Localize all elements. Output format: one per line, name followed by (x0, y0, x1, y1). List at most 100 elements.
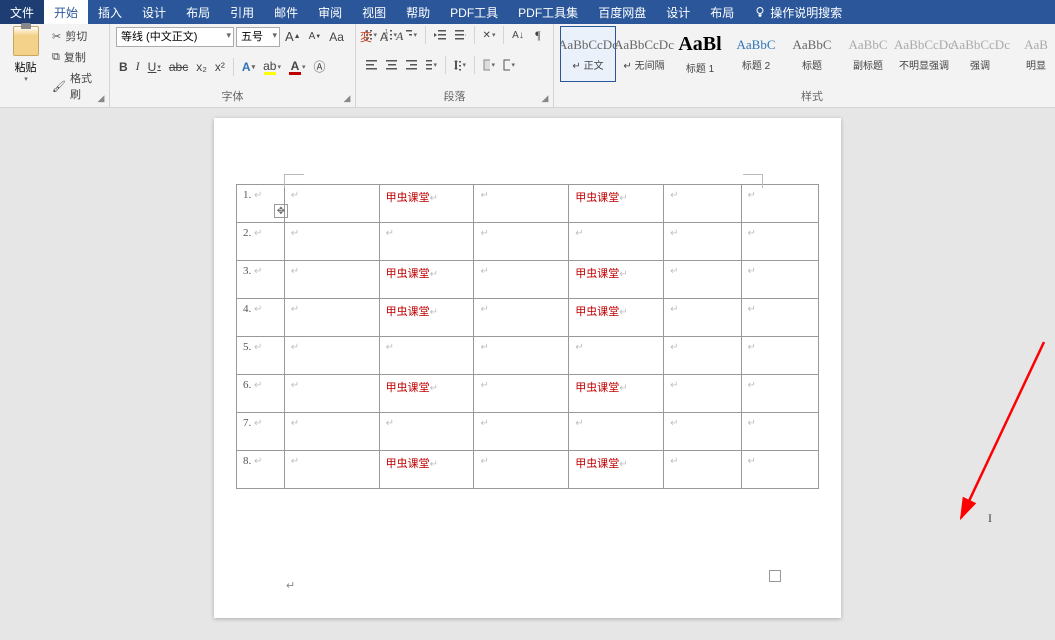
table-cell[interactable]: ↵ (474, 185, 569, 223)
font-size-select[interactable]: 五号 (236, 27, 280, 47)
style-item[interactable]: AaBbCcDc强调 (952, 26, 1008, 82)
multilevel-list-button[interactable]: ▾ (402, 26, 420, 44)
font-name-select[interactable]: 等线 (中文正文) (116, 27, 234, 47)
line-spacing-button[interactable]: ▾ (451, 56, 469, 74)
document-workspace[interactable]: ✥ 1. ↵↵甲虫课堂↵↵甲虫课堂↵↵↵2. ↵↵↵↵↵↵↵3. ↵↵甲虫课堂↵… (0, 108, 1055, 640)
font-color-button[interactable]: A▾ (286, 57, 309, 77)
table-cell[interactable]: ↵ (664, 185, 741, 223)
table-row[interactable]: 5. ↵↵↵↵↵↵↵ (237, 337, 819, 375)
borders-button[interactable]: ▾ (500, 56, 518, 74)
table-cell[interactable]: ↵ (284, 299, 379, 337)
grow-font-button[interactable]: A▲ (282, 27, 304, 46)
underline-button[interactable]: U▾ (145, 58, 164, 76)
tab-table-design[interactable]: 设计 (656, 0, 700, 24)
style-item[interactable]: AaBbCcDc↵ 无间隔 (616, 26, 672, 82)
table-cell[interactable]: 3. ↵ (237, 261, 285, 299)
table-cell[interactable]: ↵ (474, 375, 569, 413)
table-cell[interactable]: ↵ (569, 223, 664, 261)
table-row[interactable]: 1. ↵↵甲虫课堂↵↵甲虫课堂↵↵↵ (237, 185, 819, 223)
document-page[interactable]: ✥ 1. ↵↵甲虫课堂↵↵甲虫课堂↵↵↵2. ↵↵↵↵↵↵↵3. ↵↵甲虫课堂↵… (214, 118, 841, 618)
copy-button[interactable]: ⧉复制 (49, 47, 103, 67)
cut-button[interactable]: ✂剪切 (49, 26, 103, 46)
table-cell[interactable]: 甲虫课堂↵ (569, 299, 664, 337)
table-cell[interactable]: 甲虫课堂↵ (569, 451, 664, 489)
tab-baidu-netdisk[interactable]: 百度网盘 (588, 0, 656, 24)
tab-pdf-tools[interactable]: PDF工具 (440, 0, 508, 24)
tell-me-search[interactable]: 操作说明搜索 (744, 0, 852, 24)
style-item[interactable]: AaBl标题 1 (672, 26, 728, 82)
styles-gallery[interactable]: AaBbCcDc↵ 正文AaBbCcDc↵ 无间隔AaBl标题 1AaBbC标题… (560, 26, 1055, 82)
style-item[interactable]: AaBbCcDc↵ 正文 (560, 26, 616, 82)
table-cell[interactable]: 甲虫课堂↵ (569, 185, 664, 223)
table-cell[interactable]: ↵ (284, 337, 379, 375)
style-item[interactable]: AaBbCcDc不明显强调 (896, 26, 952, 82)
table-cell[interactable]: 甲虫课堂↵ (379, 261, 474, 299)
table-cell[interactable]: ↵ (284, 451, 379, 489)
table-cell[interactable]: ↵ (474, 413, 569, 451)
style-item[interactable]: AaB明显 (1008, 26, 1055, 82)
table-cell[interactable]: ↵ (664, 223, 741, 261)
table-cell[interactable]: ↵ (379, 223, 474, 261)
table-cell[interactable]: ↵ (741, 223, 818, 261)
table-cell[interactable]: 7. ↵ (237, 413, 285, 451)
table-cell[interactable]: 5. ↵ (237, 337, 285, 375)
table-cell[interactable]: ↵ (741, 299, 818, 337)
tab-home[interactable]: 开始 (44, 0, 88, 24)
style-item[interactable]: AaBbC标题 (784, 26, 840, 82)
table-cell[interactable]: ↵ (741, 261, 818, 299)
subscript-button[interactable]: x₂ (193, 58, 210, 76)
document-table[interactable]: 1. ↵↵甲虫课堂↵↵甲虫课堂↵↵↵2. ↵↵↵↵↵↵↵3. ↵↵甲虫课堂↵↵甲… (236, 184, 819, 489)
bold-button[interactable]: B (116, 58, 131, 76)
show-marks-button[interactable]: ¶ (529, 26, 547, 44)
clipboard-dialog-launcher[interactable]: ◢ (95, 92, 107, 104)
numbering-button[interactable]: 123▾ (382, 26, 400, 44)
font-dialog-launcher[interactable]: ◢ (341, 92, 353, 104)
table-cell[interactable]: ↵ (284, 185, 379, 223)
table-cell[interactable]: 8. ↵ (237, 451, 285, 489)
shrink-font-button[interactable]: A▼ (306, 29, 325, 44)
table-row[interactable]: 8. ↵↵甲虫课堂↵↵甲虫课堂↵↵↵ (237, 451, 819, 489)
table-cell[interactable]: ↵ (664, 299, 741, 337)
table-cell[interactable]: ↵ (741, 413, 818, 451)
tab-mailings[interactable]: 邮件 (264, 0, 308, 24)
align-right-button[interactable] (402, 56, 420, 74)
table-cell[interactable]: ↵ (741, 337, 818, 375)
table-cell[interactable]: 甲虫课堂↵ (379, 299, 474, 337)
table-row[interactable]: 6. ↵↵甲虫课堂↵↵甲虫课堂↵↵↵ (237, 375, 819, 413)
align-justify-button[interactable]: ▾ (422, 56, 440, 74)
tab-layout[interactable]: 布局 (176, 0, 220, 24)
shading-button[interactable]: ▾ (480, 56, 498, 74)
table-cell[interactable]: ↵ (741, 375, 818, 413)
align-left-button[interactable] (362, 56, 380, 74)
paste-button[interactable]: 粘贴 ▾ (6, 26, 45, 83)
table-cell[interactable]: 甲虫课堂↵ (569, 261, 664, 299)
paragraph-dialog-launcher[interactable]: ◢ (539, 92, 551, 104)
table-cell[interactable]: ↵ (284, 223, 379, 261)
tab-table-layout[interactable]: 布局 (700, 0, 744, 24)
table-cell[interactable]: 甲虫课堂↵ (379, 185, 474, 223)
table-cell[interactable]: ↵ (569, 413, 664, 451)
tab-design[interactable]: 设计 (132, 0, 176, 24)
table-resize-handle[interactable] (769, 570, 781, 582)
table-row[interactable]: 7. ↵↵↵↵↵↵↵ (237, 413, 819, 451)
decrease-indent-button[interactable] (431, 26, 449, 44)
table-cell[interactable]: ↵ (664, 337, 741, 375)
table-cell[interactable]: 甲虫课堂↵ (379, 375, 474, 413)
table-cell[interactable]: ↵ (284, 413, 379, 451)
text-effects-button[interactable]: A▾ (239, 58, 258, 76)
table-cell[interactable]: ↵ (474, 337, 569, 375)
table-cell[interactable]: ↵ (741, 451, 818, 489)
table-cell[interactable]: ↵ (379, 413, 474, 451)
change-case-button[interactable]: Aa (326, 28, 347, 46)
tab-file[interactable]: 文件 (0, 0, 44, 24)
table-move-handle-icon[interactable]: ✥ (274, 204, 288, 218)
bullets-button[interactable]: ▾ (362, 26, 380, 44)
table-row[interactable]: 2. ↵↵↵↵↵↵↵ (237, 223, 819, 261)
increase-indent-button[interactable] (451, 26, 469, 44)
table-cell[interactable]: ↵ (474, 223, 569, 261)
table-cell[interactable]: 甲虫课堂↵ (569, 375, 664, 413)
asian-layout-button[interactable]: ✕▾ (480, 26, 498, 44)
style-item[interactable]: AaBbC标题 2 (728, 26, 784, 82)
tab-references[interactable]: 引用 (220, 0, 264, 24)
tab-review[interactable]: 审阅 (308, 0, 352, 24)
